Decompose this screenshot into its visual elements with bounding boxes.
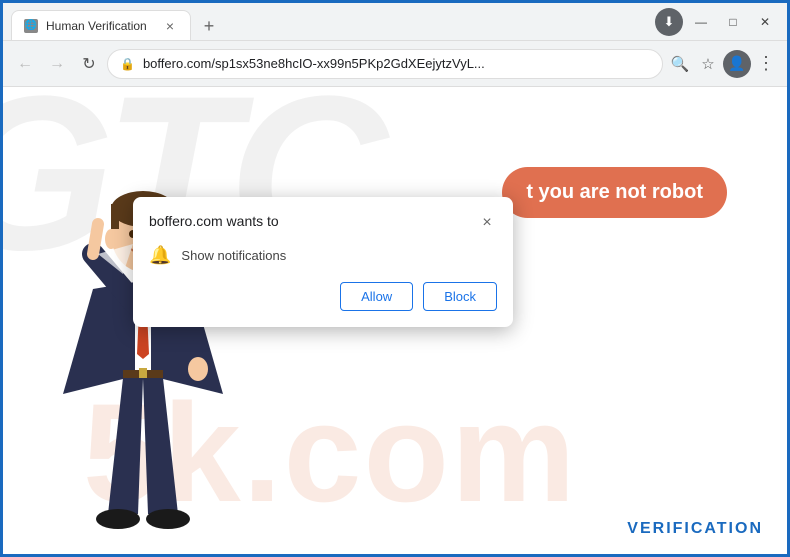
browser-tab[interactable]: 🌐 Human Verification × — [11, 10, 191, 40]
address-bar-row: ← → ↻ 🔒 boffero.com/sp1sx53ne8hcIO-xx99n… — [3, 41, 787, 87]
refresh-button[interactable]: ↻ — [75, 50, 103, 78]
menu-button[interactable]: ⋮ — [753, 49, 779, 78]
search-icon-btn[interactable]: 🔍 — [667, 51, 693, 77]
bell-icon: 🔔 — [149, 245, 171, 266]
forward-button[interactable]: → — [43, 50, 71, 78]
title-bar: 🌐 Human Verification × + ⬇ — □ ✕ — [3, 3, 787, 41]
address-icons: 🔍 ☆ 👤 ⋮ — [667, 49, 779, 78]
url-text: boffero.com/sp1sx53ne8hcIO-xx99n5PKp2GdX… — [143, 56, 650, 71]
dialog-actions: Allow Block — [149, 282, 497, 311]
back-button[interactable]: ← — [11, 50, 39, 78]
browser-frame: 🌐 Human Verification × + ⬇ — □ ✕ ← → ↻ 🔒… — [3, 3, 787, 554]
lock-icon: 🔒 — [120, 57, 135, 71]
tab-title: Human Verification — [46, 19, 147, 33]
dialog-header: boffero.com wants to × — [149, 213, 497, 233]
window-controls: ⬇ — □ ✕ — [655, 8, 779, 36]
tab-close-button[interactable]: × — [162, 18, 178, 34]
block-button[interactable]: Block — [423, 282, 497, 311]
maximize-button[interactable]: □ — [719, 8, 747, 36]
bookmark-icon-btn[interactable]: ☆ — [695, 51, 721, 77]
robot-text: t you are not robot — [526, 181, 703, 203]
notification-dialog: boffero.com wants to × 🔔 Show notificati… — [133, 197, 513, 327]
profile-download-icon[interactable]: ⬇ — [655, 8, 683, 36]
page-content: GTC 5k.com — [3, 87, 787, 554]
address-bar[interactable]: 🔒 boffero.com/sp1sx53ne8hcIO-xx99n5PKp2G… — [107, 49, 663, 79]
minimize-button[interactable]: — — [687, 8, 715, 36]
dialog-permission: 🔔 Show notifications — [149, 245, 497, 266]
dialog-title: boffero.com wants to — [149, 213, 279, 229]
allow-button[interactable]: Allow — [340, 282, 413, 311]
robot-bubble: t you are not robot — [502, 167, 727, 218]
new-tab-button[interactable]: + — [195, 12, 223, 40]
permission-text: Show notifications — [181, 248, 286, 263]
profile-button[interactable]: 👤 — [723, 50, 751, 78]
tab-favicon: 🌐 — [24, 19, 38, 33]
tab-area: 🌐 Human Verification × + — [11, 3, 643, 40]
verification-label: VERIFICATION — [627, 520, 763, 538]
close-button[interactable]: ✕ — [751, 8, 779, 36]
dialog-close-button[interactable]: × — [477, 213, 497, 233]
